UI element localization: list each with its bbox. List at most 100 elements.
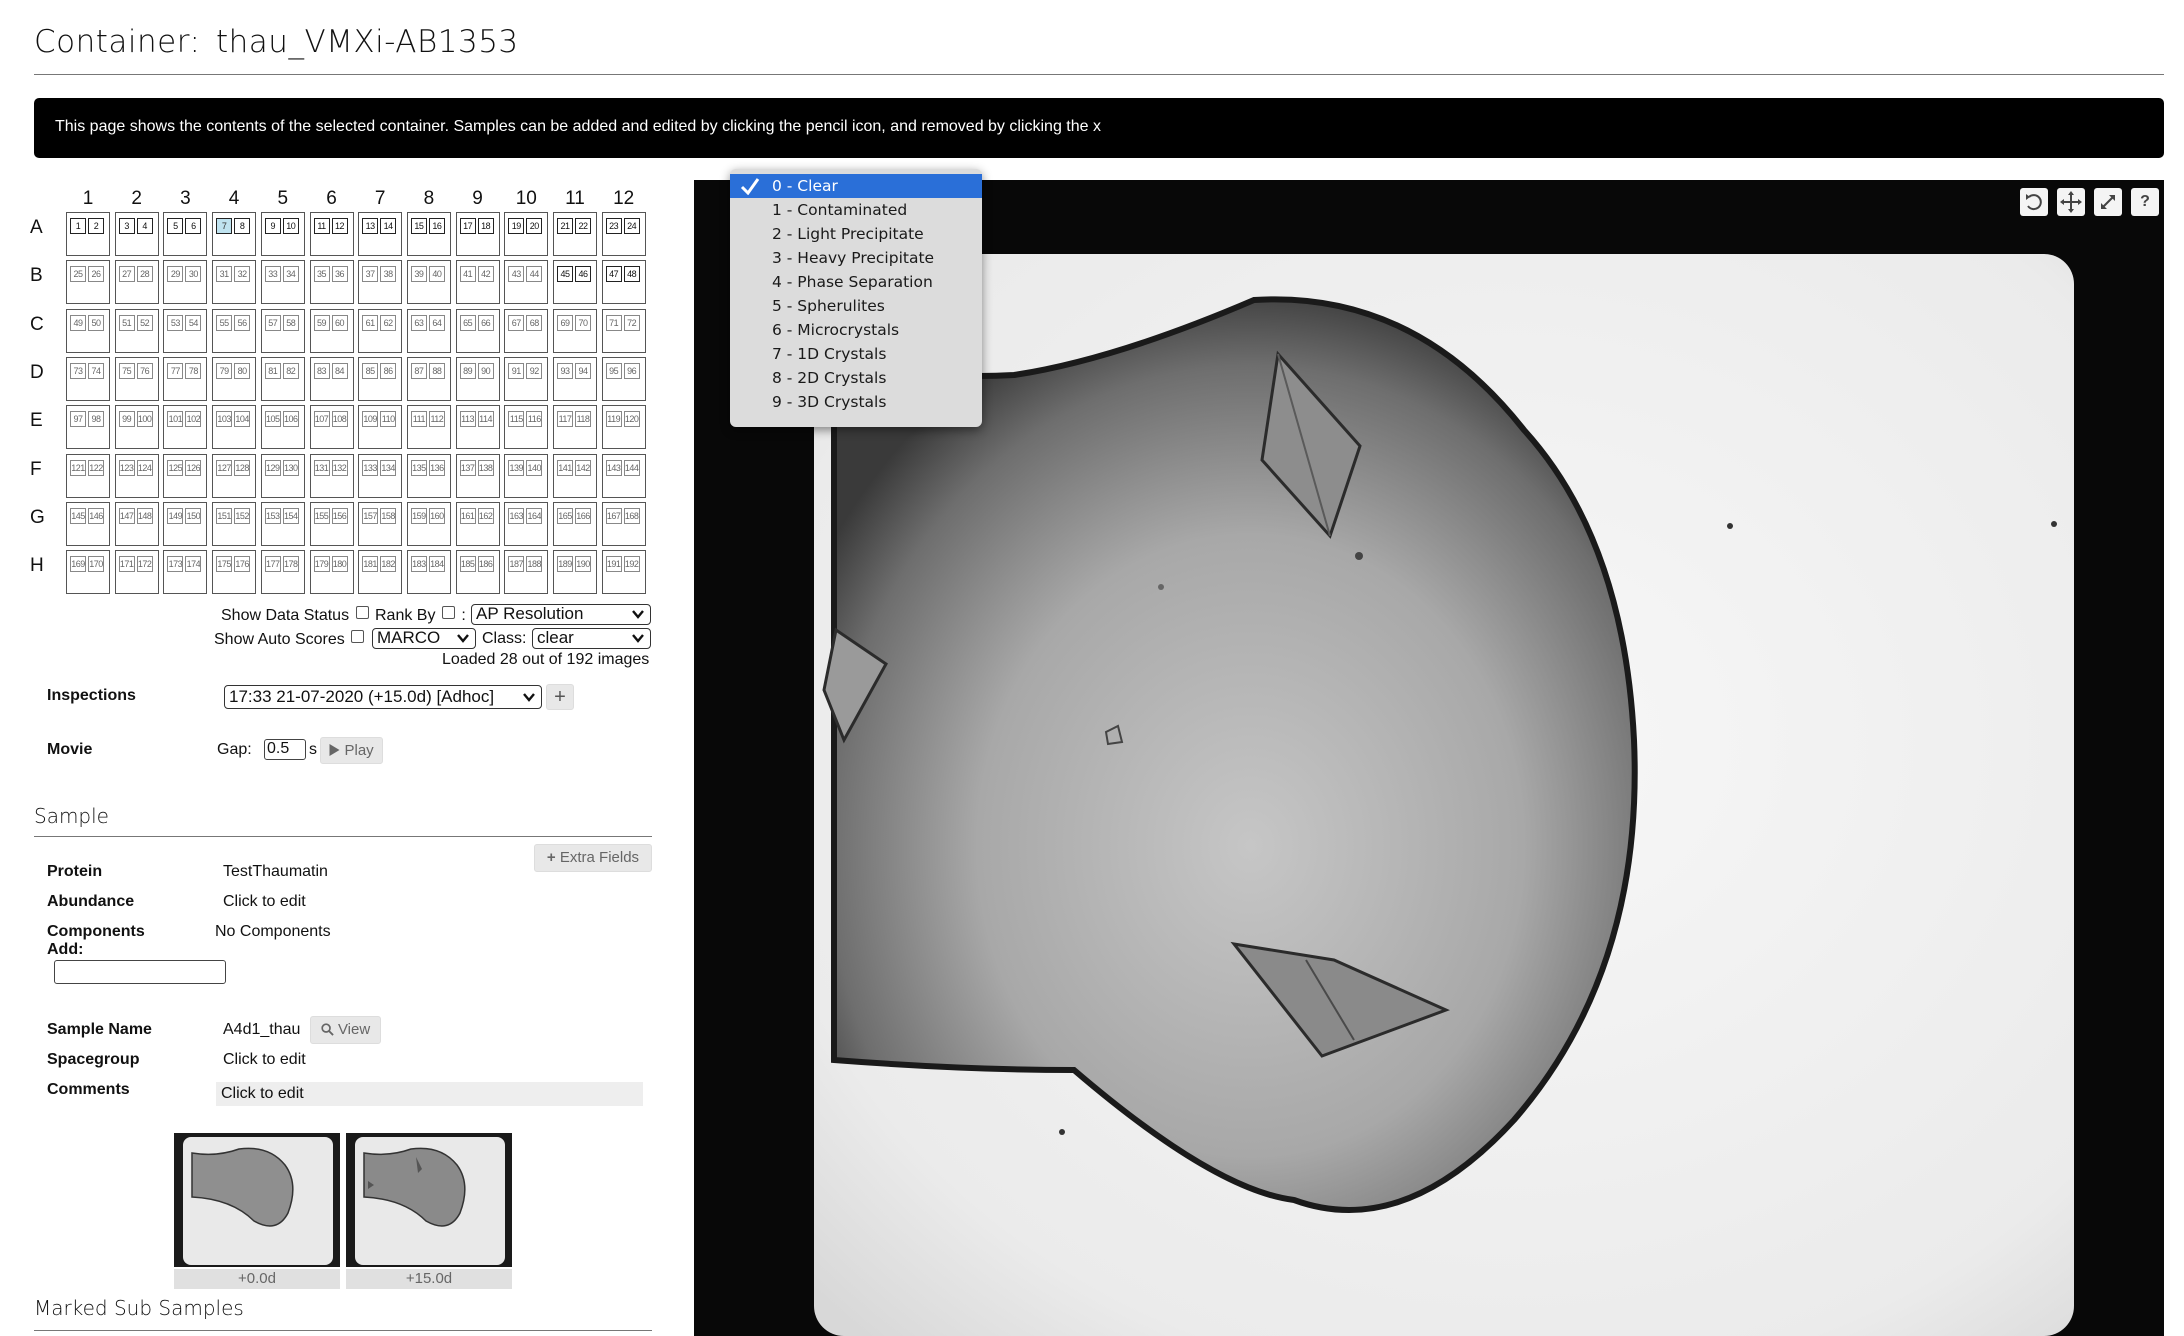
drop-cell[interactable]: 15 bbox=[410, 218, 427, 234]
drop-cell[interactable]: 143 bbox=[605, 459, 622, 476]
inspection-thumbnail-2[interactable] bbox=[346, 1133, 512, 1267]
play-button[interactable]: Play bbox=[320, 737, 383, 764]
drop-cell[interactable]: 138 bbox=[477, 459, 494, 476]
drop-cell[interactable]: 63 bbox=[410, 314, 427, 331]
drop-cell[interactable]: 139 bbox=[508, 459, 525, 476]
plate-well[interactable]: 165 166 bbox=[553, 501, 597, 546]
show-auto-scores-checkbox[interactable] bbox=[351, 630, 365, 643]
drop-cell[interactable]: 4 bbox=[136, 218, 153, 234]
drop-cell[interactable]: 177 bbox=[264, 556, 281, 573]
drop-cell[interactable]: 114 bbox=[477, 411, 494, 428]
drop-cell[interactable]: 104 bbox=[234, 411, 251, 428]
drop-cell[interactable]: 60 bbox=[331, 314, 348, 331]
drop-cell[interactable]: 72 bbox=[623, 314, 640, 331]
drop-cell[interactable]: 172 bbox=[136, 556, 153, 573]
plate-well[interactable]: 79 80 bbox=[212, 356, 257, 401]
drop-cell[interactable]: 101 bbox=[167, 411, 184, 428]
drop-cell[interactable]: 88 bbox=[428, 362, 445, 379]
plate-well[interactable]: 95 96 bbox=[601, 356, 646, 401]
drop-cell[interactable]: 55 bbox=[216, 314, 233, 331]
plate-well[interactable]: 67 68 bbox=[504, 308, 549, 353]
plate-well[interactable]: 121 122 bbox=[66, 453, 110, 498]
drop-cell[interactable]: 40 bbox=[428, 266, 445, 283]
plate-well[interactable]: 115 116 bbox=[504, 405, 549, 450]
drop-cell[interactable]: 8 bbox=[234, 218, 251, 234]
drop-cell[interactable]: 76 bbox=[136, 362, 153, 379]
plate-well[interactable]: 41 42 bbox=[455, 260, 500, 305]
drop-cell[interactable]: 6 bbox=[185, 218, 202, 234]
drop-cell[interactable]: 181 bbox=[362, 556, 379, 573]
plate-well[interactable]: 101 102 bbox=[163, 405, 208, 450]
drop-cell[interactable]: 148 bbox=[136, 507, 153, 524]
plate-well[interactable]: 131 132 bbox=[309, 453, 354, 498]
plate-well[interactable]: 15 16 bbox=[406, 212, 451, 256]
drop-cell[interactable]: 180 bbox=[331, 556, 348, 573]
drop-cell[interactable]: 27 bbox=[118, 266, 135, 283]
drop-cell[interactable]: 24 bbox=[623, 218, 640, 234]
drop-cell[interactable]: 80 bbox=[234, 362, 251, 379]
plate-well[interactable]: 21 22 bbox=[553, 212, 597, 256]
drop-cell[interactable]: 110 bbox=[380, 411, 397, 428]
plate-well[interactable]: 189 190 bbox=[553, 550, 597, 595]
plate-well[interactable]: 179 180 bbox=[309, 550, 354, 595]
plate-well[interactable]: 97 98 bbox=[66, 405, 110, 450]
drop-cell[interactable]: 45 bbox=[557, 266, 573, 283]
drop-cell[interactable]: 37 bbox=[362, 266, 379, 283]
plate-well[interactable]: 81 82 bbox=[260, 356, 305, 401]
plate-well[interactable]: 75 76 bbox=[114, 356, 159, 401]
drop-cell[interactable]: 79 bbox=[216, 362, 233, 379]
drop-cell[interactable]: 7 bbox=[216, 218, 233, 234]
drop-cell[interactable]: 93 bbox=[557, 362, 573, 379]
add-component-input[interactable] bbox=[54, 960, 226, 984]
drop-cell[interactable]: 49 bbox=[70, 314, 86, 331]
drop-cell[interactable]: 112 bbox=[428, 411, 445, 428]
drop-cell[interactable]: 2 bbox=[88, 218, 104, 234]
drop-cell[interactable]: 23 bbox=[605, 218, 622, 234]
plate-well[interactable]: 12 bbox=[66, 212, 110, 256]
drop-cell[interactable]: 187 bbox=[508, 556, 525, 573]
plate-well[interactable]: 37 38 bbox=[358, 260, 403, 305]
drop-cell[interactable]: 166 bbox=[575, 507, 591, 524]
drop-cell[interactable]: 145 bbox=[70, 507, 86, 524]
auto-score-select[interactable]: MARCO bbox=[372, 628, 476, 649]
drop-cell[interactable]: 20 bbox=[526, 218, 543, 234]
plate-well[interactable]: 155 156 bbox=[309, 501, 354, 546]
drop-cell[interactable]: 167 bbox=[605, 507, 622, 524]
drop-cell[interactable]: 132 bbox=[331, 459, 348, 476]
drop-cell[interactable]: 107 bbox=[313, 411, 330, 428]
drop-cell[interactable]: 135 bbox=[410, 459, 427, 476]
drop-cell[interactable]: 14 bbox=[380, 218, 397, 234]
drop-cell[interactable]: 117 bbox=[557, 411, 573, 428]
plate-well[interactable]: 109 110 bbox=[358, 405, 403, 450]
drop-cell[interactable]: 160 bbox=[428, 507, 445, 524]
drop-cell[interactable]: 108 bbox=[331, 411, 348, 428]
drop-cell[interactable]: 99 bbox=[118, 411, 135, 428]
inspections-select[interactable]: 17:33 21-07-2020 (+15.0d) [Adhoc] bbox=[224, 685, 542, 709]
drop-cell[interactable]: 65 bbox=[459, 314, 476, 331]
drop-cell[interactable]: 178 bbox=[282, 556, 299, 573]
class-score-menu[interactable]: 0 - Clear 1 - Contaminated 2 - Light Preci… bbox=[730, 169, 982, 427]
comments-value[interactable]: Click to edit bbox=[216, 1082, 643, 1106]
drop-cell[interactable]: 58 bbox=[282, 314, 299, 331]
drop-cell[interactable]: 70 bbox=[575, 314, 591, 331]
plate-well[interactable]: 99 100 bbox=[114, 405, 159, 450]
drop-cell[interactable]: 48 bbox=[623, 266, 640, 283]
drop-cell[interactable]: 82 bbox=[282, 362, 299, 379]
drop-cell[interactable]: 62 bbox=[380, 314, 397, 331]
plate-well[interactable]: 171 172 bbox=[114, 550, 159, 595]
drop-cell[interactable]: 165 bbox=[557, 507, 573, 524]
drop-cell[interactable]: 163 bbox=[508, 507, 525, 524]
drop-cell[interactable]: 134 bbox=[380, 459, 397, 476]
drop-cell[interactable]: 149 bbox=[167, 507, 184, 524]
score-option[interactable]: 2 - Light Precipitate bbox=[730, 222, 982, 246]
drop-cell[interactable]: 64 bbox=[428, 314, 445, 331]
plate-well[interactable]: 31 32 bbox=[212, 260, 257, 305]
drop-cell[interactable]: 113 bbox=[459, 411, 476, 428]
plate-well[interactable]: 9 10 bbox=[260, 212, 305, 256]
plate-well[interactable]: 129 130 bbox=[260, 453, 305, 498]
plate-well[interactable]: 161 162 bbox=[455, 501, 500, 546]
drop-cell[interactable]: 190 bbox=[575, 556, 591, 573]
plate-well[interactable]: 159 160 bbox=[406, 501, 451, 546]
drop-cell[interactable]: 38 bbox=[380, 266, 397, 283]
drop-cell[interactable]: 9 bbox=[264, 218, 281, 234]
